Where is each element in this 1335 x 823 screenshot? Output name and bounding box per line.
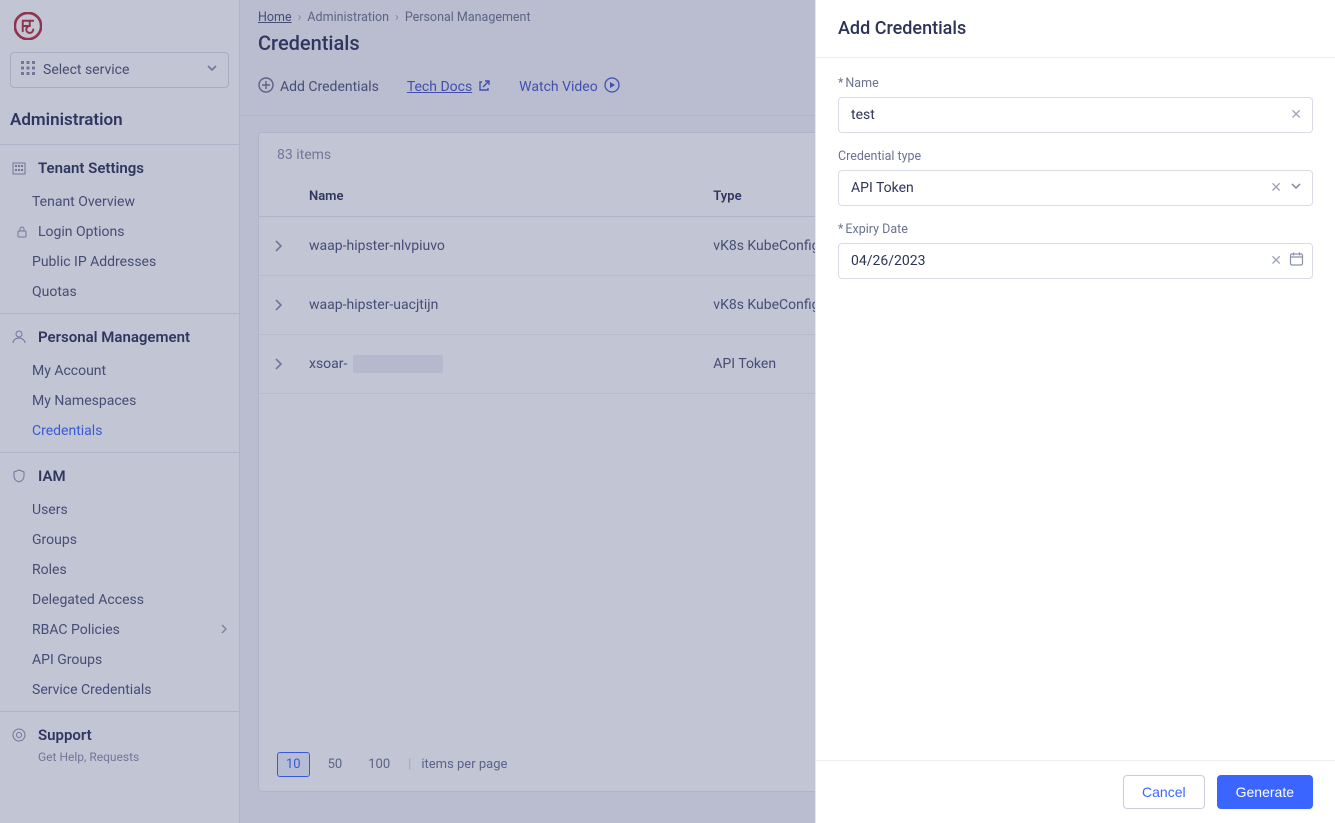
- drawer-body: *Name ✕ Credential type API Token ✕ *Exp…: [816, 58, 1335, 760]
- drawer-footer: Cancel Generate: [816, 760, 1335, 823]
- label-expiry: *Expiry Date: [838, 222, 1313, 237]
- label-name: *Name: [838, 76, 1313, 91]
- name-input[interactable]: [851, 107, 1278, 123]
- generate-button[interactable]: Generate: [1217, 775, 1313, 809]
- credential-type-select[interactable]: API Token ✕: [838, 170, 1313, 206]
- name-field[interactable]: ✕: [838, 97, 1313, 133]
- drawer-title: Add Credentials: [816, 0, 1335, 58]
- clear-icon[interactable]: ✕: [1270, 180, 1282, 196]
- expiry-input[interactable]: [851, 253, 1278, 269]
- chevron-down-icon[interactable]: [1290, 180, 1302, 196]
- clear-icon[interactable]: ✕: [1270, 253, 1282, 269]
- expiry-field[interactable]: ✕: [838, 243, 1313, 279]
- credential-type-value: API Token: [851, 180, 914, 196]
- label-expiry-text: Expiry Date: [845, 222, 907, 237]
- add-credentials-drawer: Add Credentials *Name ✕ Credential type …: [815, 0, 1335, 823]
- label-name-text: Name: [845, 76, 878, 91]
- clear-icon[interactable]: ✕: [1290, 107, 1302, 123]
- cancel-button[interactable]: Cancel: [1123, 775, 1205, 809]
- calendar-icon[interactable]: [1289, 252, 1304, 271]
- label-credential-type: Credential type: [838, 149, 1313, 164]
